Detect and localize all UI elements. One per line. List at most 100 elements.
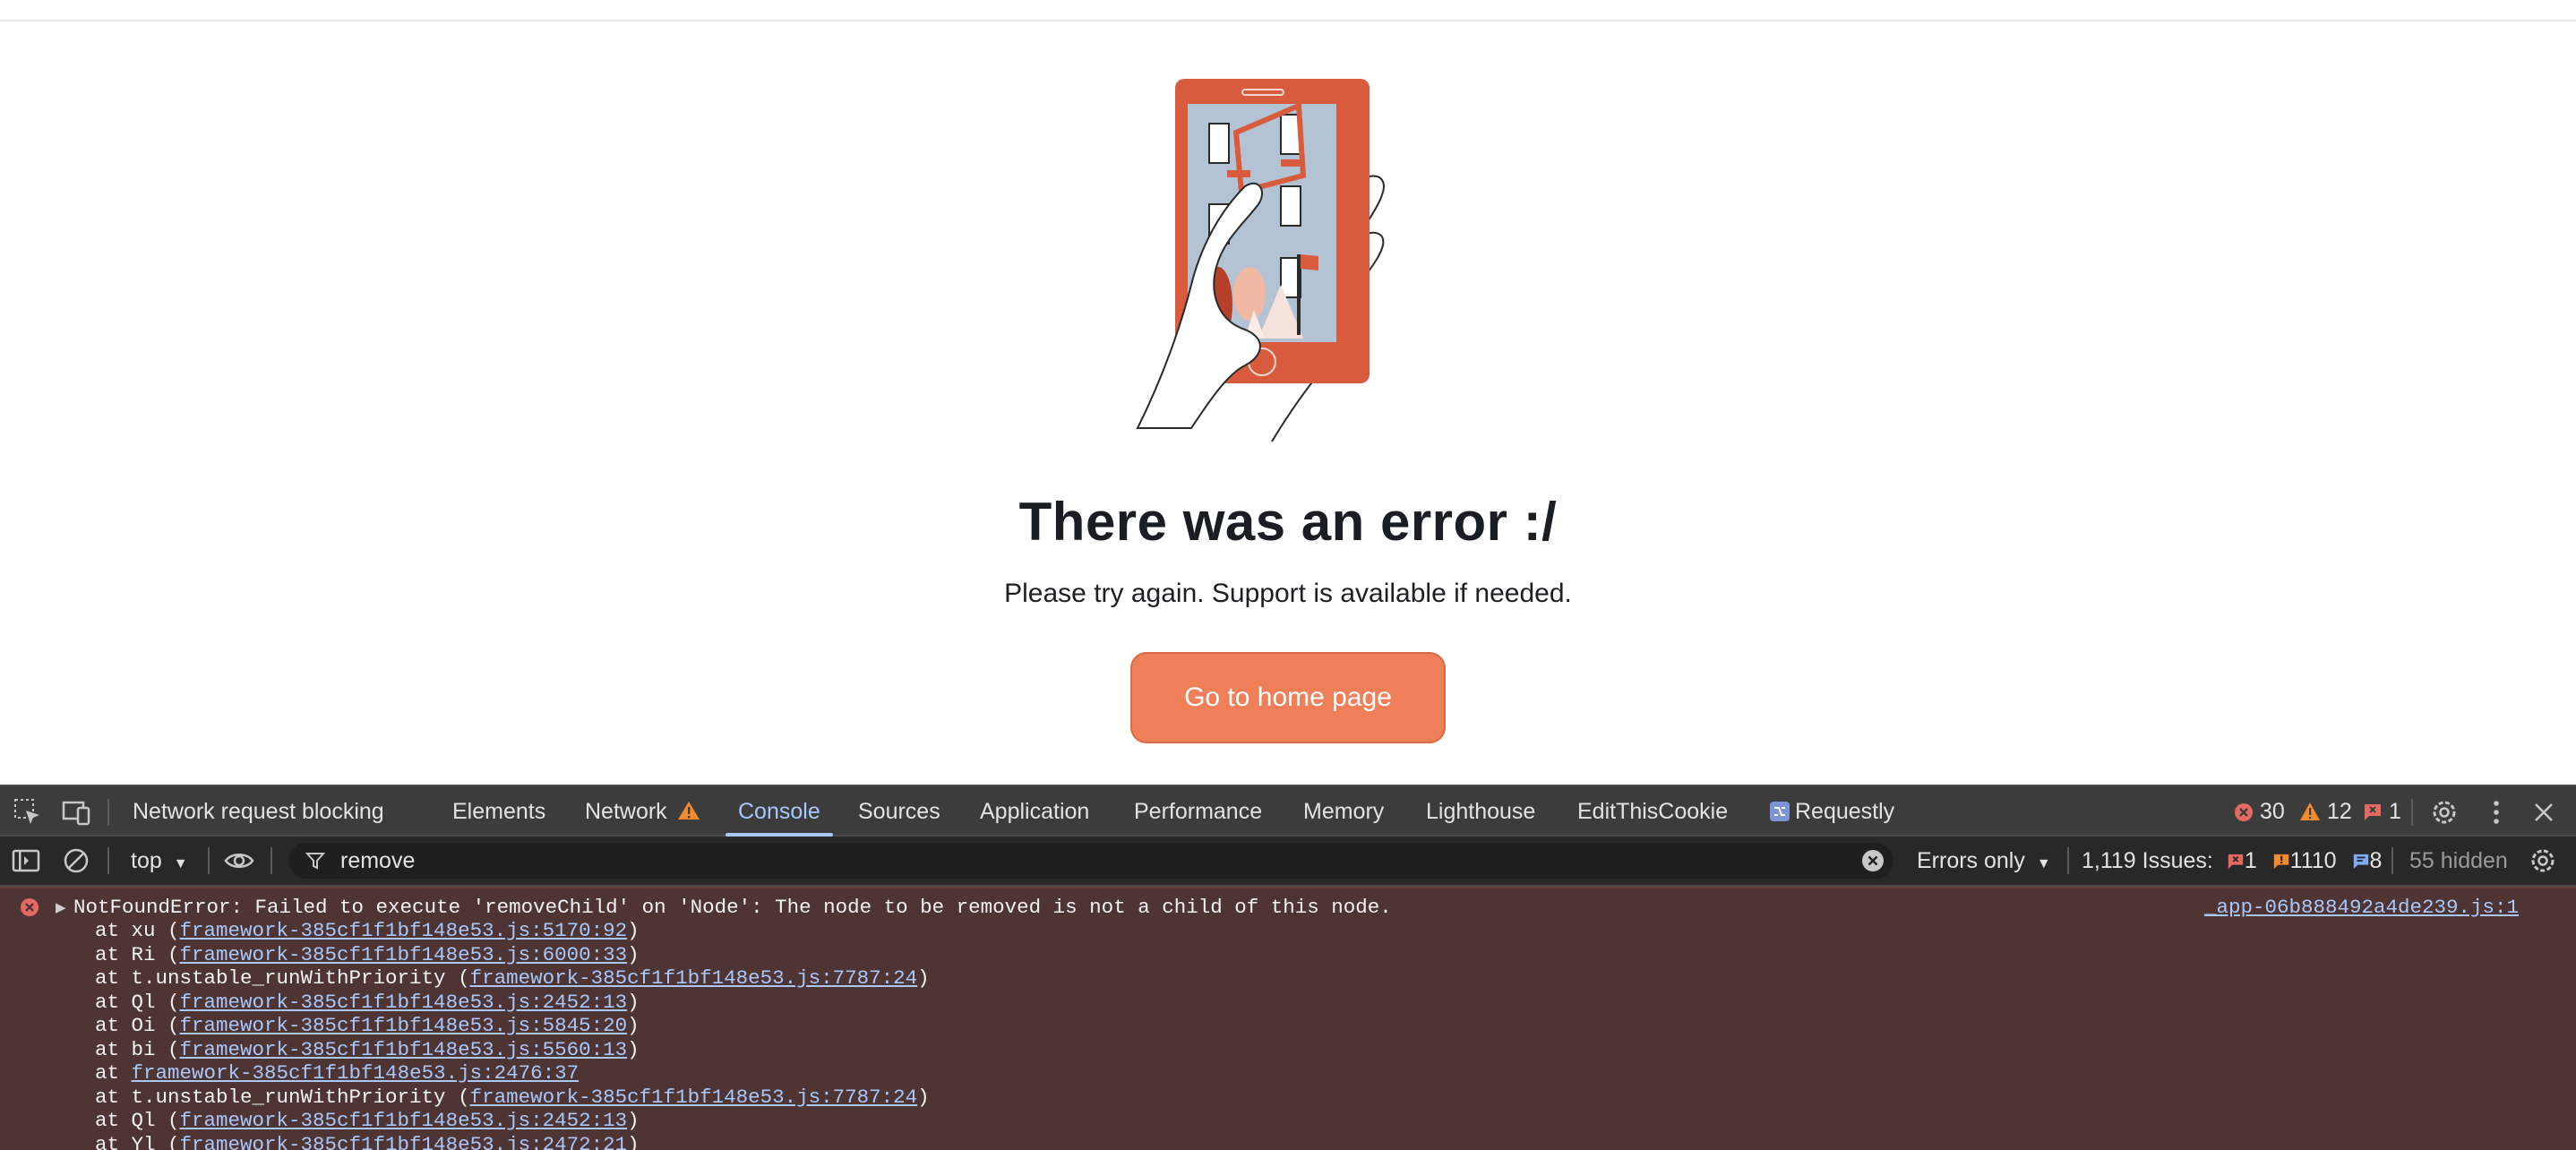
go-to-home-button[interactable]: Go to home page [1130, 652, 1446, 743]
toolbar-divider [107, 847, 109, 874]
toolbar-divider [208, 847, 210, 874]
console-error-message[interactable]: ▶ NotFoundError: Failed to execute 'remo… [0, 887, 2576, 1150]
requestly-icon [1770, 802, 1790, 821]
stack-frame-link[interactable]: framework-385cf1f1bf148e53.js:2472:21 [180, 1133, 628, 1150]
chevron-down-icon: ▼ [2036, 856, 2051, 871]
context-value: top [131, 848, 162, 873]
tab-sources[interactable]: Sources [858, 786, 940, 837]
devtools-panel: Network request blocking Elements Networ… [0, 785, 2576, 1150]
more-vertical-icon[interactable] [2481, 797, 2512, 828]
warning-count-value: 12 [2326, 799, 2352, 824]
clear-filter-icon[interactable] [1861, 849, 1885, 872]
chevron-down-icon: ▼ [173, 856, 188, 871]
tab-requestly[interactable]: Requestly [1770, 786, 1894, 837]
issues-info-value: 8 [2369, 848, 2383, 873]
tab-console[interactable]: Console [726, 786, 833, 837]
inspect-icon[interactable] [13, 797, 43, 828]
tab-elements[interactable]: Elements [452, 786, 545, 837]
tab-lighthouse[interactable]: Lighthouse [1426, 786, 1535, 837]
stack-frame-prefix: at bi ( [95, 1037, 180, 1061]
stack-frame-suffix: ) [917, 1085, 930, 1109]
stack-frame-suffix: ) [627, 1109, 640, 1132]
sidebar-icon[interactable] [11, 845, 41, 876]
stack-frame: at xu (framework-385cf1f1bf148e53.js:517… [95, 919, 930, 943]
tab-network[interactable]: Network [585, 786, 700, 837]
stack-frame-link[interactable]: framework-385cf1f1bf148e53.js:6000:33 [180, 943, 628, 966]
filter-box [288, 843, 1893, 879]
stack-frame: at Ri (framework-385cf1f1bf148e53.js:600… [95, 943, 930, 967]
error-count-value: 30 [2259, 799, 2285, 824]
expand-triangle-icon[interactable]: ▶ [56, 899, 66, 915]
stack-frame-prefix: at t.unstable_runWithPriority ( [95, 966, 470, 990]
stack-frame: at Oi (framework-385cf1f1bf148e53.js:584… [95, 1014, 930, 1038]
tab-memory[interactable]: Memory [1303, 786, 1384, 837]
top-divider [0, 0, 2576, 21]
page-title: There was an error :/ [1018, 492, 1558, 552]
stack-frame: at bi (framework-385cf1f1bf148e53.js:556… [95, 1038, 930, 1062]
error-source-link[interactable]: _app-06b888492a4de239.js:1 [2204, 896, 2519, 919]
settings-icon[interactable] [2528, 845, 2558, 876]
stack-frame-link[interactable]: framework-385cf1f1bf148e53.js:5560:13 [180, 1038, 628, 1061]
issue-info-icon [2353, 854, 2368, 870]
console-output: ▶ NotFoundError: Failed to execute 'remo… [0, 887, 2576, 1150]
issues-summary[interactable]: 1,119 Issues: 1 1110 8 [2082, 837, 2382, 885]
stack-frame-prefix: at Ri ( [95, 942, 180, 966]
page-subtitle: Please try again. Support is available i… [1004, 579, 1572, 608]
device-toolbar-icon[interactable] [61, 797, 91, 828]
filter-icon [305, 853, 326, 870]
tab-application[interactable]: Application [980, 786, 1089, 837]
settings-icon[interactable] [2429, 797, 2460, 828]
stack-frame-link[interactable]: framework-385cf1f1bf148e53.js:5170:92 [180, 919, 628, 942]
toolbar-divider [2067, 847, 2069, 874]
toolbar-divider [2411, 799, 2413, 826]
hidden-count: 55 hidden [2409, 848, 2508, 873]
stack-frame-link[interactable]: framework-385cf1f1bf148e53.js:2452:13 [180, 1109, 628, 1132]
error-count[interactable]: 30 [2234, 786, 2285, 837]
tab-network-request-blocking[interactable]: Network request blocking [133, 786, 384, 837]
stack-frame-prefix: at Ql ( [95, 990, 180, 1014]
warning-icon [2300, 802, 2320, 820]
tab-editthiscookie[interactable]: EditThisCookie [1577, 786, 1728, 837]
eye-icon[interactable] [224, 845, 254, 876]
issue-warning-icon [2273, 854, 2288, 870]
stack-frame-prefix: at Yl ( [95, 1132, 180, 1150]
toolbar-divider [270, 847, 272, 874]
stack-frame-suffix: ) [627, 990, 640, 1014]
stack-frame-suffix: ) [917, 966, 930, 990]
close-icon[interactable] [2529, 797, 2559, 828]
toolbar-divider [107, 799, 109, 826]
stack-trace: at xu (framework-385cf1f1bf148e53.js:517… [95, 919, 930, 1150]
tab-network-label: Network [585, 799, 667, 824]
clear-icon[interactable] [61, 845, 91, 876]
stack-frame: at Ql (framework-385cf1f1bf148e53.js:245… [95, 1109, 930, 1133]
issue-count[interactable]: 1 [2363, 786, 2401, 837]
devtools-tab-bar: Network request blocking Elements Networ… [0, 785, 2576, 837]
stack-frame-suffix: ) [627, 1014, 640, 1037]
stack-frame-link[interactable]: framework-385cf1f1bf148e53.js:7787:24 [470, 966, 918, 990]
tab-performance[interactable]: Performance [1134, 786, 1262, 837]
stack-frame-link[interactable]: framework-385cf1f1bf148e53.js:7787:24 [470, 1086, 918, 1109]
error-text: NotFoundError: Failed to execute 'remove… [73, 896, 1392, 919]
stack-frame-link[interactable]: framework-385cf1f1bf148e53.js:5845:20 [180, 1014, 628, 1037]
error-icon [21, 898, 39, 916]
issues-label: 1,119 Issues: [2082, 848, 2213, 873]
stack-frame-suffix: ) [627, 1132, 640, 1150]
error-page: There was an error :/ Please try again. … [0, 0, 2576, 785]
issue-flag-icon [2365, 804, 2381, 820]
stack-frame-suffix: ) [627, 1037, 640, 1061]
issues-warning-value: 1110 [2289, 848, 2337, 873]
error-icon [2235, 803, 2253, 821]
toolbar-divider [2391, 847, 2393, 874]
warning-count[interactable]: 12 [2299, 786, 2352, 837]
log-level-dropdown[interactable]: Errors only ▼ [1917, 837, 2051, 885]
issues-error-value: 1 [2244, 848, 2257, 873]
stack-frame-prefix: at Oi ( [95, 1014, 180, 1037]
stack-frame-suffix: ) [627, 942, 640, 966]
filter-input[interactable] [340, 843, 1773, 879]
stack-frame-link[interactable]: framework-385cf1f1bf148e53.js:2476:37 [132, 1061, 580, 1085]
tab-requestly-label: Requestly [1795, 799, 1895, 824]
console-filter-bar: top ▼ Errors only ▼ 1,119 Issues: [0, 837, 2576, 887]
context-selector[interactable]: top ▼ [131, 837, 188, 885]
issue-error-icon [2228, 854, 2243, 870]
stack-frame-link[interactable]: framework-385cf1f1bf148e53.js:2452:13 [180, 991, 628, 1014]
